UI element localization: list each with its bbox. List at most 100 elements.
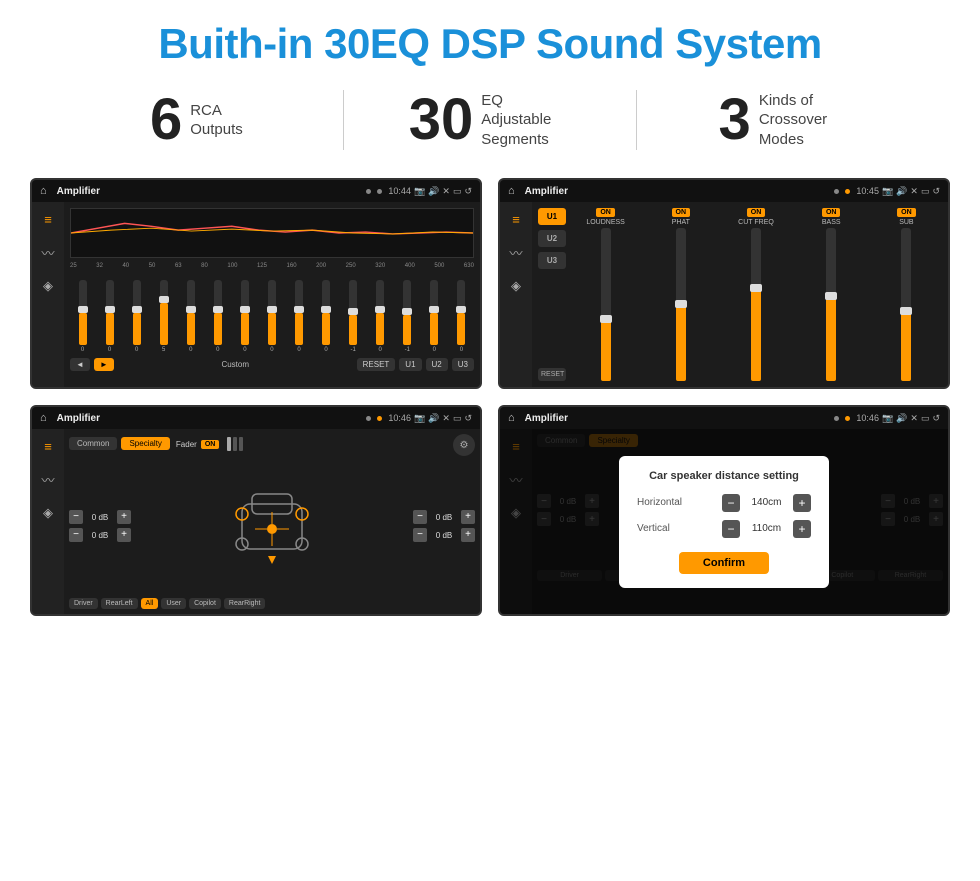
right-vol-controls: − 0 dB + − 0 dB + xyxy=(413,460,475,592)
slider-track[interactable] xyxy=(79,280,87,345)
vol-minus-tl[interactable]: − xyxy=(69,510,83,524)
eq-icon-3[interactable]: ≡ xyxy=(44,439,52,454)
vol-value-br: 0 dB xyxy=(430,531,458,540)
wave-icon[interactable]: 〰 xyxy=(41,243,54,262)
slider-col: 0 xyxy=(368,280,393,353)
user-button[interactable]: User xyxy=(161,598,186,609)
horizontal-minus-button[interactable]: − xyxy=(722,494,740,512)
close-icon-3: ✕ xyxy=(442,413,450,424)
eq-icon[interactable]: ≡ xyxy=(44,212,52,227)
u2-preset-button[interactable]: U2 xyxy=(538,230,566,247)
slider-track[interactable] xyxy=(187,280,195,345)
slider-track[interactable] xyxy=(376,280,384,345)
settings-icon[interactable]: ⚙ xyxy=(453,434,475,456)
cam-icon-3: 📷 xyxy=(414,413,425,424)
ch-slider-bass[interactable] xyxy=(826,228,836,381)
app-name-1: Amplifier xyxy=(57,186,361,197)
slider-track[interactable] xyxy=(160,280,168,345)
slider-track[interactable] xyxy=(430,280,438,345)
amp-reset-button[interactable]: RESET xyxy=(538,368,566,381)
status-icons-3: 10:46 📷 🔊 ✕ ▭ ↺ xyxy=(388,413,472,424)
vol-plus-tr[interactable]: + xyxy=(461,510,475,524)
play-button[interactable]: ► xyxy=(94,358,114,371)
ch-slider-loudness[interactable] xyxy=(601,228,611,381)
vol-minus-bl[interactable]: − xyxy=(69,528,83,542)
wave-icon-3[interactable]: 〰 xyxy=(41,470,54,489)
vol-plus-bl[interactable]: + xyxy=(117,528,131,542)
prev-preset-button[interactable]: ◄ xyxy=(70,358,90,371)
specialty-tab[interactable]: Specialty xyxy=(121,437,169,450)
driver-button[interactable]: Driver xyxy=(69,598,98,609)
vertical-minus-button[interactable]: − xyxy=(722,520,740,538)
vol-control-tl: − 0 dB + xyxy=(69,510,131,524)
status-icons-2: 10:45 📷 🔊 ✕ ▭ ↺ xyxy=(856,186,940,197)
time-4: 10:46 xyxy=(856,413,879,423)
screen-crossover: ⌂ Amplifier 10:45 📷 🔊 ✕ ▭ ↺ ≡ 〰 ◈ xyxy=(498,178,950,389)
speaker-main-area: Common Specialty Fader ON xyxy=(64,429,480,614)
reset-button[interactable]: RESET xyxy=(357,358,396,371)
slider-track[interactable] xyxy=(106,280,114,345)
stat-eq: 30 EQ AdjustableSegments xyxy=(344,91,637,150)
slider-track[interactable] xyxy=(268,280,276,345)
status-bar-4: ⌂ Amplifier 10:46 📷 🔊 ✕ ▭ ↺ xyxy=(500,407,948,429)
slider-col: 0 xyxy=(287,280,312,353)
slider-col: 0 xyxy=(232,280,257,353)
vol-value-tr: 0 dB xyxy=(430,513,458,522)
status-bar-1: ⌂ Amplifier 10:44 📷 🔊 ✕ ▭ ↺ xyxy=(32,180,480,202)
vol-minus-br[interactable]: − xyxy=(413,528,427,542)
left-sidebar-1: ≡ 〰 ◈ xyxy=(32,202,64,387)
u3-button[interactable]: U3 xyxy=(452,358,474,371)
slider-col: 0 xyxy=(205,280,230,353)
slider-track[interactable] xyxy=(214,280,222,345)
u3-preset-button[interactable]: U3 xyxy=(538,252,566,269)
speaker-icon[interactable]: ◈ xyxy=(43,278,53,294)
rearleft-button[interactable]: RearLeft xyxy=(101,598,138,609)
stat-rca: 6 RCAOutputs xyxy=(50,91,343,149)
left-vol-controls: − 0 dB + − 0 dB + xyxy=(69,460,131,592)
copilot-button[interactable]: Copilot xyxy=(189,598,221,609)
speaker-icon-2[interactable]: ◈ xyxy=(511,278,521,294)
fader-label: Fader xyxy=(176,440,197,449)
window-icon-2: ▭ xyxy=(921,186,930,197)
confirm-button[interactable]: Confirm xyxy=(679,552,769,574)
slider-track[interactable] xyxy=(403,280,411,345)
ch-slider-phat[interactable] xyxy=(676,228,686,381)
eq-icon-2[interactable]: ≡ xyxy=(512,212,520,227)
u1-button[interactable]: U1 xyxy=(399,358,421,371)
back-icon-3: ↺ xyxy=(464,413,472,424)
rearright-button[interactable]: RearRight xyxy=(224,598,266,609)
speaker-icon-3[interactable]: ◈ xyxy=(43,505,53,521)
vol-value-bl: 0 dB xyxy=(86,531,114,540)
slider-track[interactable] xyxy=(457,280,465,345)
left-sidebar-2: ≡ 〰 ◈ xyxy=(500,202,532,387)
slider-track[interactable] xyxy=(295,280,303,345)
vol-plus-tl[interactable]: + xyxy=(117,510,131,524)
all-button[interactable]: All xyxy=(141,598,159,609)
slider-track[interactable] xyxy=(349,280,357,345)
speaker-diagram xyxy=(136,460,408,592)
slider-track[interactable] xyxy=(241,280,249,345)
ch-slider-cutfreq[interactable] xyxy=(751,228,761,381)
ch-on-sub: ON xyxy=(897,208,916,217)
slider-track[interactable] xyxy=(133,280,141,345)
home-icon-4: ⌂ xyxy=(508,412,515,424)
vol-plus-br[interactable]: + xyxy=(461,528,475,542)
vertical-plus-button[interactable]: + xyxy=(793,520,811,538)
u1-preset-button[interactable]: U1 xyxy=(538,208,566,225)
horizontal-stepper: − 140cm + xyxy=(722,494,811,512)
horizontal-plus-button[interactable]: + xyxy=(793,494,811,512)
u2-button[interactable]: U2 xyxy=(426,358,448,371)
vol-minus-tr[interactable]: − xyxy=(413,510,427,524)
wave-icon-2[interactable]: 〰 xyxy=(509,243,522,262)
slider-track[interactable] xyxy=(322,280,330,345)
app-name-2: Amplifier xyxy=(525,186,829,197)
ch-slider-sub[interactable] xyxy=(901,228,911,381)
ch-label-bass: BASS xyxy=(822,219,841,226)
left-sidebar-3: ≡ 〰 ◈ xyxy=(32,429,64,614)
dot-8 xyxy=(845,416,850,421)
eq-main-area: 25 32 40 50 63 80 100 125 160 200 250 32… xyxy=(64,202,480,387)
home-icon-1: ⌂ xyxy=(40,185,47,197)
slider-col: 0 xyxy=(422,280,447,353)
time-1: 10:44 xyxy=(388,186,411,196)
common-tab[interactable]: Common xyxy=(69,437,117,450)
